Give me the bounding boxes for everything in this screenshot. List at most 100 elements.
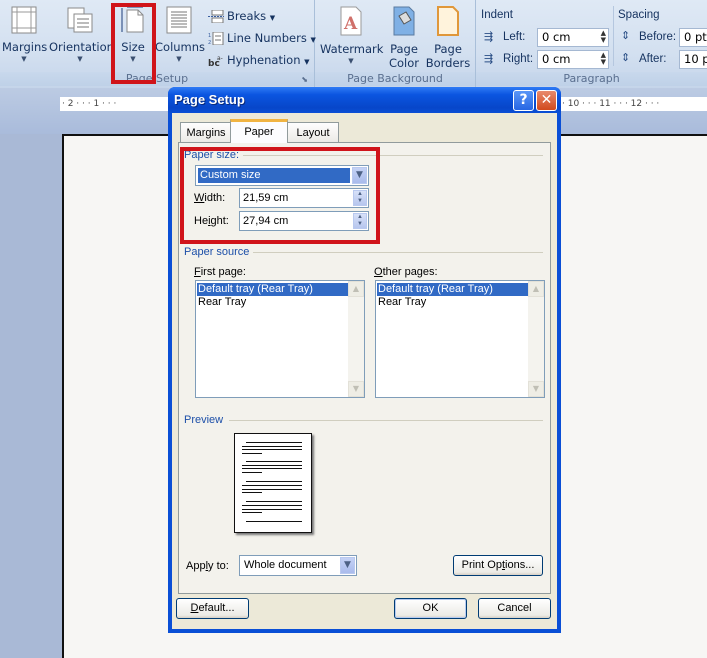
page-setup-dialog: Page Setup ? ✕ Margins Paper Layout Pape… (168, 87, 561, 633)
indent-right-value: 0 cm (542, 52, 571, 66)
tab-margins[interactable]: Margins (180, 122, 232, 142)
chevron-down-icon[interactable]: ▼ (340, 557, 355, 574)
help-button[interactable]: ? (513, 90, 534, 111)
spacing-after-value: 10 pt (684, 52, 707, 66)
list-item[interactable]: Rear Tray (377, 296, 426, 309)
spinner-icon[interactable]: ▲ ▼ (601, 30, 606, 44)
margins-icon (11, 6, 37, 34)
indent-left-icon: ⇶ (484, 30, 494, 43)
list-item[interactable]: Default tray (Rear Tray) (377, 283, 528, 296)
line-numbers-button[interactable]: 1 2 Line Numbers ▼ (208, 29, 316, 47)
size-highlight-box (111, 3, 156, 84)
preview-text-line (246, 481, 302, 482)
preview-text-line (242, 449, 302, 450)
page-color-label-line1: Page (390, 42, 418, 56)
list-item[interactable]: Rear Tray (197, 296, 246, 309)
page-color-label-line2: Color (388, 56, 420, 70)
page-borders-label-line1: Page (434, 42, 462, 56)
indent-left-input[interactable]: 0 cm ▲ ▼ (537, 28, 609, 47)
paragraph-group-label: Paragraph (476, 72, 707, 86)
page-background-group: A Watermark ▼ Page Color ▼ Page Borders … (315, 0, 476, 88)
page-borders-label-line2: Borders (425, 56, 471, 70)
spacing-before-input[interactable]: 0 pt (679, 28, 707, 47)
tab-paper[interactable]: Paper (230, 119, 288, 143)
apply-to-value: Whole document (244, 559, 327, 571)
preview-text-line (242, 468, 302, 469)
scroll-up-icon[interactable]: ▲ (528, 281, 544, 297)
watermark-label: Watermark (320, 42, 384, 56)
preview-section-label: Preview (184, 414, 224, 426)
scroll-up-icon[interactable]: ▲ (348, 281, 364, 297)
default-button[interactable]: Default... (176, 598, 249, 619)
orientation-button[interactable]: Orientation ▼ (49, 6, 114, 64)
dropdown-arrow-icon: ▼ (304, 58, 310, 66)
scroll-down-icon[interactable]: ▼ (528, 381, 544, 397)
dropdown-arrow-icon: ▼ (269, 14, 276, 22)
ruler-left-ticks: · 2 · · · 1 · · · (62, 99, 117, 109)
preview-text-line (242, 472, 262, 473)
page-setup-group-label: Page Setup (0, 72, 314, 86)
ok-button[interactable]: OK (394, 598, 467, 619)
scrollbar[interactable]: ▲ ▼ (528, 281, 544, 397)
spinner-icon[interactable]: ▲ ▼ (601, 52, 606, 66)
columns-button[interactable]: Columns ▼ (155, 6, 205, 64)
divider (229, 420, 543, 421)
spacing-before-label: Before: (639, 31, 677, 43)
apply-to-label: Apply to: (186, 560, 229, 572)
ribbon: Margins ▼ Orientation ▼ Size ▼ Columns ▼… (0, 0, 707, 89)
scrollbar[interactable]: ▲ ▼ (348, 281, 364, 397)
indent-right-input[interactable]: 0 cm ▲ ▼ (537, 50, 609, 69)
paper-source-section-label: Paper source (184, 246, 250, 258)
spacing-after-input[interactable]: 10 pt (679, 50, 707, 69)
svg-text:2: 2 (208, 40, 211, 45)
margins-button[interactable]: Margins ▼ (2, 6, 48, 64)
preview-text-line (242, 465, 302, 466)
divider (613, 6, 614, 66)
dialog-title: Page Setup (174, 92, 245, 107)
other-pages-label: Other pages: (374, 266, 438, 278)
preview-text-line (242, 485, 302, 486)
preview-text-line (242, 492, 262, 493)
watermark-button[interactable]: A Watermark ▼ (320, 6, 384, 66)
preview-text-line (242, 489, 302, 490)
page-color-icon (393, 6, 415, 36)
preview-text-line (242, 512, 262, 513)
breaks-button[interactable]: Breaks ▼ (208, 7, 275, 25)
dialog-client: Margins Paper Layout Paper size: Custom … (172, 113, 557, 629)
spacing-after-label: After: (639, 53, 667, 65)
dropdown-arrow-icon: ▼ (176, 55, 182, 63)
dialog-title-bar[interactable]: Page Setup ? ✕ (168, 87, 561, 113)
close-button[interactable]: ✕ (536, 90, 557, 111)
page-background-group-label: Page Background (315, 72, 475, 86)
preview-text-line (246, 501, 302, 502)
list-item[interactable]: Default tray (Rear Tray) (197, 283, 348, 296)
hyphenation-icon: bca- (208, 55, 223, 67)
spacing-before-value: 0 pt (684, 30, 707, 44)
indent-right-icon: ⇶ (484, 52, 494, 65)
dropdown-arrow-icon: ▼ (348, 57, 354, 65)
page-borders-button[interactable]: Page Borders (425, 6, 471, 70)
indent-label: Indent (481, 9, 513, 21)
apply-to-select[interactable]: Whole document ▼ (239, 555, 357, 576)
print-options-button[interactable]: Print Options... (453, 555, 543, 576)
scroll-down-icon[interactable]: ▼ (348, 381, 364, 397)
other-pages-listbox[interactable]: Default tray (Rear Tray) Rear Tray ▲ ▼ (375, 280, 545, 398)
first-page-label: First page: (194, 266, 246, 278)
first-page-listbox[interactable]: Default tray (Rear Tray) Rear Tray ▲ ▼ (195, 280, 365, 398)
hyphenation-label: Hyphenation (227, 53, 301, 67)
breaks-label: Breaks (227, 9, 267, 23)
indent-left-value: 0 cm (542, 30, 571, 44)
ruler-right-ticks: · 10 · · · 11 · · · 12 · · · (562, 99, 660, 109)
preview-text-line (246, 442, 302, 443)
preview-text-line (246, 461, 302, 462)
tab-layout[interactable]: Layout (287, 122, 339, 142)
page-preview (234, 433, 312, 533)
indent-left-label: Left: (503, 31, 526, 43)
breaks-icon (208, 10, 224, 23)
cancel-button[interactable]: Cancel (478, 598, 551, 619)
dialog-launcher-icon[interactable]: ⬊ (301, 75, 308, 84)
orientation-label: Orientation (49, 40, 114, 54)
margins-label: Margins (2, 40, 48, 54)
preview-text-line (242, 509, 302, 510)
hyphenation-button[interactable]: bc a- Hyphenation ▼ (208, 51, 310, 69)
